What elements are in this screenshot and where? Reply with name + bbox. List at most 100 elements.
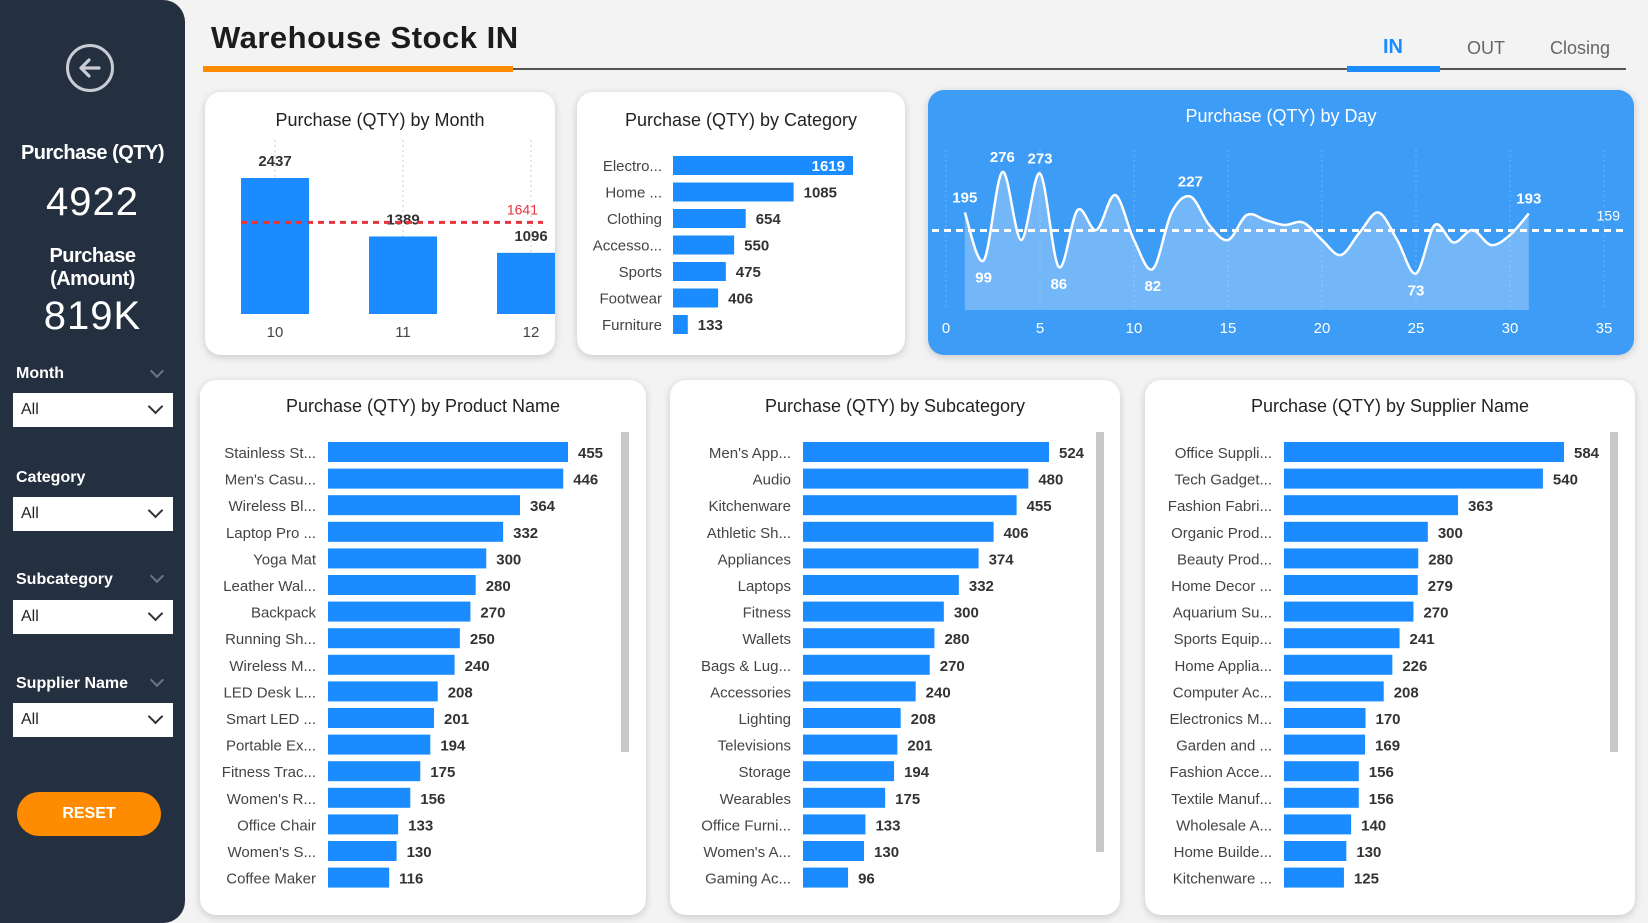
- bar: [328, 708, 435, 728]
- x-tick-label: 0: [942, 320, 950, 337]
- data-label: 169: [1375, 738, 1400, 755]
- category-label: Accesso...: [593, 238, 662, 255]
- category-label: Gaming Ac...: [705, 871, 791, 888]
- data-label: 1389: [386, 211, 419, 228]
- bar: [803, 867, 849, 888]
- data-label: 584: [1574, 445, 1600, 462]
- reset-button[interactable]: RESET: [17, 792, 161, 836]
- data-label: 332: [969, 578, 994, 595]
- data-label: 208: [911, 711, 936, 728]
- bar: [1284, 548, 1419, 569]
- category-label: Stainless St...: [224, 445, 316, 462]
- product-scrollbar[interactable]: [621, 432, 629, 752]
- data-label: 406: [728, 291, 753, 308]
- filter-month-select[interactable]: All: [13, 393, 173, 427]
- chevron-down-icon[interactable]: [149, 363, 165, 379]
- data-label: 86: [1050, 276, 1067, 293]
- tab-in[interactable]: IN: [1347, 36, 1439, 59]
- arrow-left-icon: [79, 58, 101, 78]
- category-label: Women's A...: [703, 844, 791, 861]
- category-label: Wearables: [720, 791, 791, 808]
- data-label: 82: [1144, 278, 1161, 295]
- supplier-scrollbar[interactable]: [1610, 432, 1618, 752]
- data-label: 195: [952, 190, 977, 207]
- filter-month-label: Month: [16, 365, 64, 382]
- bar: [497, 252, 555, 314]
- bar: [803, 761, 895, 782]
- data-label: 73: [1408, 283, 1425, 300]
- bar: [1284, 761, 1359, 782]
- category-label: Fitness: [743, 605, 791, 622]
- subcategory-chart: Men's App... 524 Audio 480 Kitchenware 455 Ath…: [701, 442, 1085, 888]
- chevron-down-icon[interactable]: [149, 672, 165, 688]
- sidebar: Purchase (QTY) 4922 Purchase (Amount) 81…: [0, 0, 185, 923]
- bar: [328, 654, 455, 675]
- data-label: 300: [1438, 525, 1463, 542]
- bar: [1284, 867, 1344, 888]
- category-label: Electro...: [603, 158, 662, 175]
- tab-out[interactable]: OUT: [1440, 38, 1532, 59]
- filter-supplier-select[interactable]: All: [13, 703, 173, 737]
- data-label: 654: [756, 211, 782, 228]
- bar: [1284, 708, 1366, 728]
- category-chart: Electro... 1619 Home ... 1085 Clothing 654 Acc…: [593, 156, 853, 334]
- data-label: 130: [874, 844, 899, 861]
- category-label: Men's App...: [709, 445, 791, 462]
- category-label: Portable Ex...: [226, 738, 316, 755]
- data-label: 133: [698, 317, 723, 334]
- data-label: 2437: [258, 153, 291, 170]
- bar: [1284, 442, 1564, 462]
- filter-subcategory-value: All: [21, 608, 39, 625]
- category-label: Smart LED ...: [226, 711, 316, 728]
- average-label: 159: [1597, 208, 1621, 224]
- filter-supplier-value: All: [21, 711, 39, 728]
- data-label: 363: [1468, 498, 1493, 515]
- bar: [328, 814, 399, 835]
- bar: [1284, 495, 1459, 516]
- tab-closing[interactable]: Closing: [1534, 38, 1626, 59]
- filter-subcategory-select[interactable]: All: [13, 600, 173, 634]
- chevron-down-icon[interactable]: [149, 568, 165, 584]
- back-button[interactable]: [66, 44, 114, 92]
- data-label: 524: [1059, 445, 1085, 462]
- category-label: Televisions: [718, 738, 791, 755]
- category-label: Fashion Acce...: [1169, 764, 1272, 781]
- bar: [803, 734, 898, 755]
- filter-category-select[interactable]: All: [13, 497, 173, 531]
- data-label: 270: [940, 658, 965, 675]
- category-label: Bags & Lug...: [701, 658, 791, 675]
- product-chart: Stainless St... 455 Men's Casu... 446 Wirele…: [222, 442, 603, 888]
- bar: [1284, 654, 1393, 675]
- bar: [328, 761, 421, 782]
- subcategory-scrollbar[interactable]: [1096, 432, 1104, 852]
- bar: [1284, 628, 1400, 649]
- bar: [673, 209, 746, 228]
- filter-supplier-label: Supplier Name: [16, 675, 129, 692]
- category-label: Kitchenware: [708, 498, 791, 515]
- category-label: Laptops: [738, 578, 791, 595]
- area-fill: [964, 171, 1529, 310]
- data-label: 270: [480, 605, 505, 622]
- data-label: 455: [578, 445, 603, 462]
- bar: [328, 575, 476, 595]
- data-label: 446: [573, 472, 598, 489]
- bar: [803, 681, 916, 702]
- x-tick-label: 35: [1596, 320, 1613, 337]
- category-label: Clothing: [607, 211, 662, 228]
- category-label: Wireless M...: [229, 658, 316, 675]
- data-label: 193: [1516, 191, 1541, 208]
- category-label: Athletic Sh...: [707, 525, 791, 542]
- bar: [673, 315, 688, 334]
- category-label: Organic Prod...: [1171, 525, 1272, 542]
- data-label: 241: [1410, 631, 1435, 648]
- bar: [1284, 575, 1418, 595]
- category-label: Computer Ac...: [1173, 684, 1272, 701]
- category-label: Women's S...: [228, 844, 316, 861]
- data-label: 240: [926, 684, 951, 701]
- kpi-amount-label: Purchase: [49, 245, 136, 267]
- bar: [328, 787, 411, 808]
- bar: [803, 654, 930, 675]
- title-underline: [203, 66, 513, 72]
- bar: [1284, 787, 1359, 808]
- kpi-qty-label: Purchase (QTY): [20, 142, 165, 164]
